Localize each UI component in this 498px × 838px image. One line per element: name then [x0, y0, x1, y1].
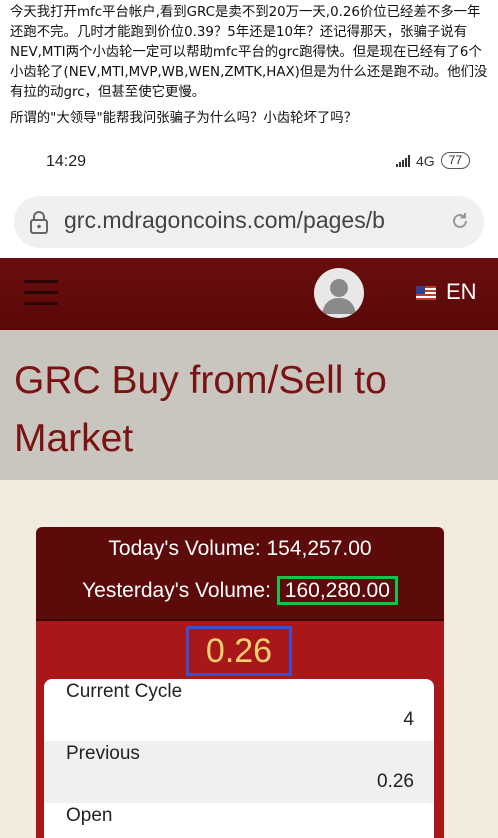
yesterday-volume-row: Yesterday's Volume: 160,280.00 — [36, 576, 444, 605]
status-bar: 14:29 4G 77 — [0, 140, 498, 188]
current-price: 0.26 — [186, 626, 292, 676]
page-title: GRC Buy from/Sell to Market — [14, 359, 387, 460]
signal-icon — [395, 154, 410, 167]
volume-panel: Today's Volume: 154,257.00 Yesterday's V… — [36, 527, 444, 838]
language-label[interactable]: EN — [446, 279, 477, 305]
title-band: GRC Buy from/Sell to Market — [0, 330, 498, 480]
us-flag-icon[interactable] — [416, 286, 436, 300]
address-bar[interactable]: grc.mdragoncoins.com/pages/b — [14, 196, 484, 248]
battery-level: 77 — [448, 153, 462, 167]
url-text[interactable]: grc.mdragoncoins.com/pages/b — [64, 207, 434, 234]
network-type: 4G — [415, 152, 435, 169]
price-section: 0.26 Current Cycle 4 Previous 0.26 Open — [36, 621, 444, 838]
yesterday-volume-value: 160,280.00 — [276, 576, 398, 605]
site-header: EN — [0, 258, 498, 330]
today-volume-label: Today's Volume: — [108, 537, 261, 560]
lock-icon — [30, 211, 48, 234]
post-paragraph: 所谓的"大领导"能帮我问张骗子为什么吗？小齿轮坏了吗？ — [10, 111, 358, 126]
reload-icon[interactable] — [450, 211, 470, 231]
stats-card: Current Cycle 4 Previous 0.26 Open — [44, 679, 434, 838]
avatar[interactable] — [314, 268, 364, 318]
stat-label: Current Cycle — [66, 681, 183, 702]
stat-row-previous: Previous 0.26 — [44, 741, 434, 803]
phone-screenshot: 14:29 4G 77 grc.mdragoncoins.com/pages/b — [0, 140, 498, 838]
stat-label: Open — [66, 805, 113, 826]
stat-row-open: Open — [44, 803, 434, 838]
stat-label: Previous — [66, 743, 140, 764]
today-volume-row: Today's Volume: 154,257.00 — [36, 537, 444, 561]
status-indicators: 4G 77 — [395, 152, 470, 169]
post-body: 今天我打开mfc平台帐户,看到GRC是卖不到20万一天,0.26价位已经差不多一… — [10, 3, 490, 129]
content-area: Today's Volume: 154,257.00 Yesterday's V… — [0, 480, 498, 838]
stat-value: 4 — [403, 709, 414, 730]
stat-value: 0.26 — [377, 771, 414, 792]
post-paragraph: 今天我打开mfc平台帐户,看到GRC是卖不到20万一天,0.26价位已经差不多一… — [10, 5, 488, 100]
stat-row-current-cycle: Current Cycle 4 — [44, 679, 434, 741]
user-silhouette-icon — [322, 279, 356, 314]
hamburger-menu-icon[interactable] — [24, 280, 58, 306]
battery-icon: 77 — [440, 152, 470, 169]
today-volume-value: 154,257.00 — [266, 537, 372, 560]
status-time: 14:29 — [46, 153, 87, 170]
yesterday-volume-label: Yesterday's Volume: — [82, 579, 271, 602]
